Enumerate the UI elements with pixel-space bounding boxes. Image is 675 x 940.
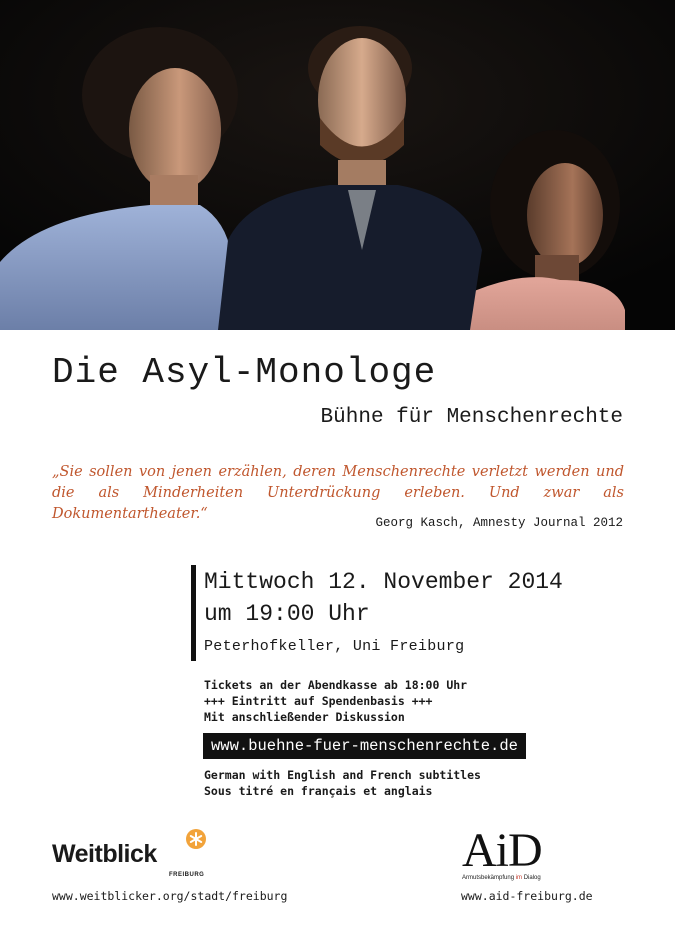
aid-sub-part-1: Armutsbekämpfung	[462, 875, 515, 881]
aid-sub-part-3: Dialog	[523, 875, 541, 881]
event-datetime: Mittwoch 12. November 2014 um 19:00 Uhr	[204, 566, 563, 630]
aid-url[interactable]: www.aid-freiburg.de	[461, 889, 593, 903]
header-photo	[0, 0, 675, 330]
website-link[interactable]: www.buehne-fuer-menschenrechte.de	[203, 733, 526, 759]
weitblick-logo-text: Weitblick	[52, 840, 157, 868]
weitblick-logo: Weitblick FREIBURG	[52, 828, 212, 883]
entry-line: +++ Eintritt auf Spendenbasis +++	[204, 694, 433, 708]
quote-source: Georg Kasch, Amnesty Journal 2012	[375, 516, 623, 530]
subtitles-french: Sous titré en français et anglais	[204, 784, 433, 798]
aid-sub-part-2: im	[515, 875, 523, 881]
tickets-line: Tickets an der Abendkasse ab 18:00 Uhr	[204, 678, 468, 692]
poster-subtitle: Bühne für Menschenrechte	[320, 406, 623, 429]
subtitle-info: German with English and French subtitles…	[204, 767, 481, 799]
weitblick-logo-sub: FREIBURG	[169, 872, 205, 878]
poster-title: Die Asyl-Monologe	[52, 352, 437, 393]
event-accent-bar	[191, 565, 196, 661]
event-venue: Peterhofkeller, Uni Freiburg	[204, 638, 465, 655]
event-info: Tickets an der Abendkasse ab 18:00 Uhr +…	[204, 677, 467, 725]
aid-logo: AiD Armutsbekämpfung im Dialog	[462, 825, 562, 885]
event-time: um 19:00 Uhr	[204, 601, 370, 627]
aid-logo-sub: Armutsbekämpfung im Dialog	[462, 875, 541, 881]
asterisk-icon	[186, 829, 206, 849]
weitblick-url[interactable]: www.weitblicker.org/stadt/freiburg	[52, 889, 287, 903]
event-date: Mittwoch 12. November 2014	[204, 569, 563, 595]
discussion-line: Mit anschließender Diskussion	[204, 710, 405, 724]
subtitles-english: German with English and French subtitles	[204, 768, 481, 782]
aid-logo-text: AiD	[462, 824, 543, 877]
